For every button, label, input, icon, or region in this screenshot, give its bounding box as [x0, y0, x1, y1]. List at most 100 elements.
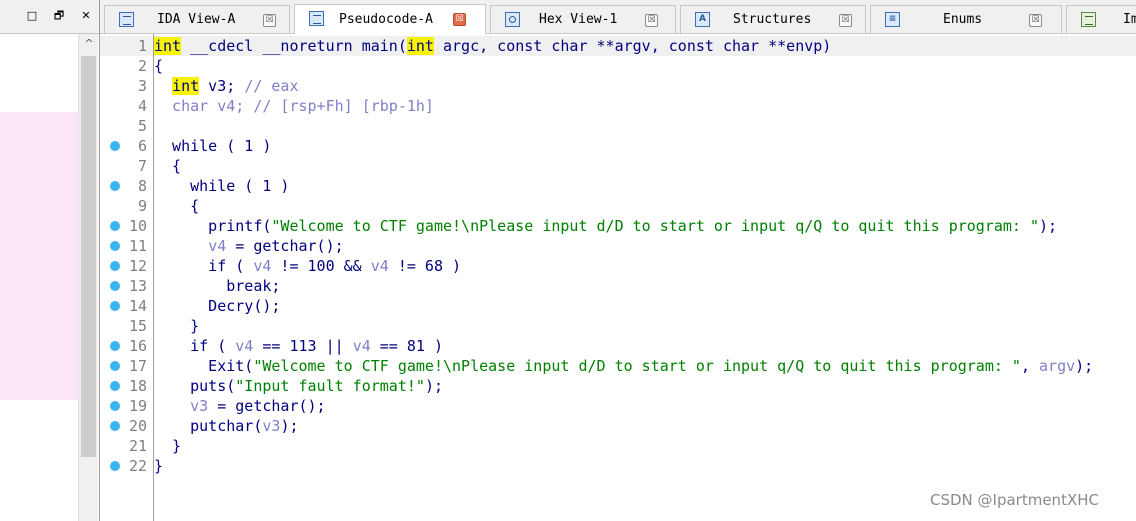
- code-token: argc, const char **argv, const char **en…: [433, 37, 832, 55]
- line-number: 10: [128, 217, 147, 235]
- breakpoint-dot-icon[interactable]: [110, 281, 120, 291]
- code-token: printf(: [154, 217, 272, 235]
- variable-token: v3: [190, 397, 209, 415]
- close-tab-icon[interactable]: ☒: [1029, 14, 1042, 27]
- variable-token: v4: [235, 337, 254, 355]
- navigation-highlight: [0, 112, 78, 400]
- tab-label: Enums: [943, 12, 983, 27]
- code-token: {: [154, 157, 182, 175]
- code-text: if ( v4 != 100 && v4 != 68 ): [154, 256, 461, 276]
- line-number: 5: [137, 117, 147, 135]
- code-line[interactable]: 14 Decry();: [100, 296, 1136, 316]
- code-line[interactable]: 18 puts("Input fault format!");: [100, 376, 1136, 396]
- code-line[interactable]: 7 {: [100, 156, 1136, 176]
- code-line[interactable]: 8 while ( 1 ): [100, 176, 1136, 196]
- code-line[interactable]: 22}: [100, 456, 1136, 476]
- breakpoint-dot-icon[interactable]: [110, 241, 120, 251]
- line-number: 14: [128, 297, 147, 315]
- float-window-icon[interactable]: 🗗: [52, 9, 66, 23]
- hex-view-icon: [505, 12, 520, 27]
- code-line[interactable]: 10 printf("Welcome to CTF game!\nPlease …: [100, 216, 1136, 236]
- code-line[interactable]: 1 int __cdecl __noreturn main(int argc, c…: [100, 36, 1136, 56]
- line-number: 1: [137, 37, 147, 55]
- breakpoint-dot-icon[interactable]: [110, 141, 120, 151]
- code-line[interactable]: 20 putchar(v3);: [100, 416, 1136, 436]
- code-line[interactable]: 13 break;: [100, 276, 1136, 296]
- close-tab-icon[interactable]: ☒: [453, 13, 466, 26]
- code-text: while ( 1 ): [154, 176, 289, 196]
- code-token: != 100 &&: [271, 257, 371, 275]
- breakpoint-dot-icon[interactable]: [110, 341, 120, 351]
- line-number: 13: [128, 277, 147, 295]
- tab-hex-view-1[interactable]: Hex View-1 ☒: [490, 5, 676, 33]
- code-token: == 113 ||: [253, 337, 353, 355]
- breakpoint-dot-icon[interactable]: [110, 221, 120, 231]
- code-text: v4 = getchar();: [154, 236, 343, 256]
- breakpoint-dot-icon[interactable]: [110, 461, 120, 471]
- navigation-content: [0, 34, 78, 521]
- tab-enums[interactable]: ≡ Enums ☒: [870, 5, 1062, 33]
- watermark: CSDN @IpartmentXHC: [930, 491, 1099, 509]
- code-text: break;: [154, 276, 280, 296]
- tab-imports[interactable]: Im: [1066, 5, 1136, 33]
- line-number: 16: [128, 337, 147, 355]
- tab-structures[interactable]: A Structures ☒: [680, 5, 866, 33]
- code-token: {: [154, 197, 200, 215]
- pseudocode-editor[interactable]: 1 int __cdecl __noreturn main(int argc, c…: [100, 34, 1136, 521]
- code-line[interactable]: 5: [100, 116, 1136, 136]
- code-line[interactable]: 15 }: [100, 316, 1136, 336]
- code-line[interactable]: 12 if ( v4 != 100 && v4 != 68 ): [100, 256, 1136, 276]
- scroll-up-arrow-icon[interactable]: ^: [82, 38, 96, 50]
- left-scrollbar[interactable]: ^: [78, 34, 98, 521]
- code-line[interactable]: 17 Exit("Welcome to CTF game!\nPlease in…: [100, 356, 1136, 376]
- close-panel-icon[interactable]: ✕: [79, 9, 93, 23]
- code-line[interactable]: 3 int v3; // eax: [100, 76, 1136, 96]
- code-line[interactable]: 16 if ( v4 == 113 || v4 == 81 ): [100, 336, 1136, 356]
- line-number: 7: [137, 157, 147, 175]
- code-token: while ( 1 ): [154, 137, 272, 155]
- line-number: 9: [137, 197, 147, 215]
- breakpoint-dot-icon[interactable]: [110, 301, 120, 311]
- disassembly-icon: [119, 12, 134, 27]
- line-number: 17: [128, 357, 147, 375]
- code-line[interactable]: 21 }: [100, 436, 1136, 456]
- breakpoint-dot-icon[interactable]: [110, 401, 120, 411]
- code-line[interactable]: 9 {: [100, 196, 1136, 216]
- scroll-thumb[interactable]: [81, 56, 96, 457]
- code-line[interactable]: 11 v4 = getchar();: [100, 236, 1136, 256]
- code-token: puts(: [154, 377, 236, 395]
- breakpoint-dot-icon[interactable]: [110, 361, 120, 371]
- code-token: Decry();: [154, 297, 281, 315]
- code-line[interactable]: 4 char v4; // [rsp+Fh] [rbp-1h]: [100, 96, 1136, 116]
- code-line[interactable]: 6 while ( 1 ): [100, 136, 1136, 156]
- code-token: }: [154, 437, 182, 455]
- code-line[interactable]: 19 v3 = getchar();: [100, 396, 1136, 416]
- line-number: 6: [137, 137, 147, 155]
- code-token: );: [280, 417, 299, 435]
- code-text: }: [154, 436, 181, 456]
- code-line[interactable]: 2{: [100, 56, 1136, 76]
- breakpoint-dot-icon[interactable]: [110, 181, 120, 191]
- close-tab-icon[interactable]: ☒: [645, 14, 658, 27]
- code-text: printf("Welcome to CTF game!\nPlease inp…: [154, 216, 1057, 236]
- breakpoint-dot-icon[interactable]: [110, 381, 120, 391]
- variable-token: v4: [208, 237, 227, 255]
- close-tab-icon[interactable]: ☒: [839, 14, 852, 27]
- keyword-token: int: [172, 77, 200, 95]
- variable-token: v3: [262, 417, 281, 435]
- line-number: 21: [128, 437, 147, 455]
- line-number: 19: [128, 397, 147, 415]
- breakpoint-dot-icon[interactable]: [110, 421, 120, 431]
- line-number: 11: [128, 237, 147, 255]
- tab-label: Im: [1123, 12, 1136, 27]
- tab-ida-view-a[interactable]: IDA View-A ☒: [104, 5, 290, 33]
- breakpoint-dot-icon[interactable]: [110, 261, 120, 271]
- code-token: __cdecl __noreturn main(: [181, 37, 407, 55]
- enums-icon: ≡: [885, 12, 900, 27]
- tab-pseudocode-a[interactable]: Pseudocode-A ☒: [294, 4, 486, 34]
- close-tab-icon[interactable]: ☒: [263, 14, 276, 27]
- variable-token: v4: [253, 257, 272, 275]
- restore-icon[interactable]: □: [25, 9, 39, 23]
- code-text: }: [154, 456, 163, 476]
